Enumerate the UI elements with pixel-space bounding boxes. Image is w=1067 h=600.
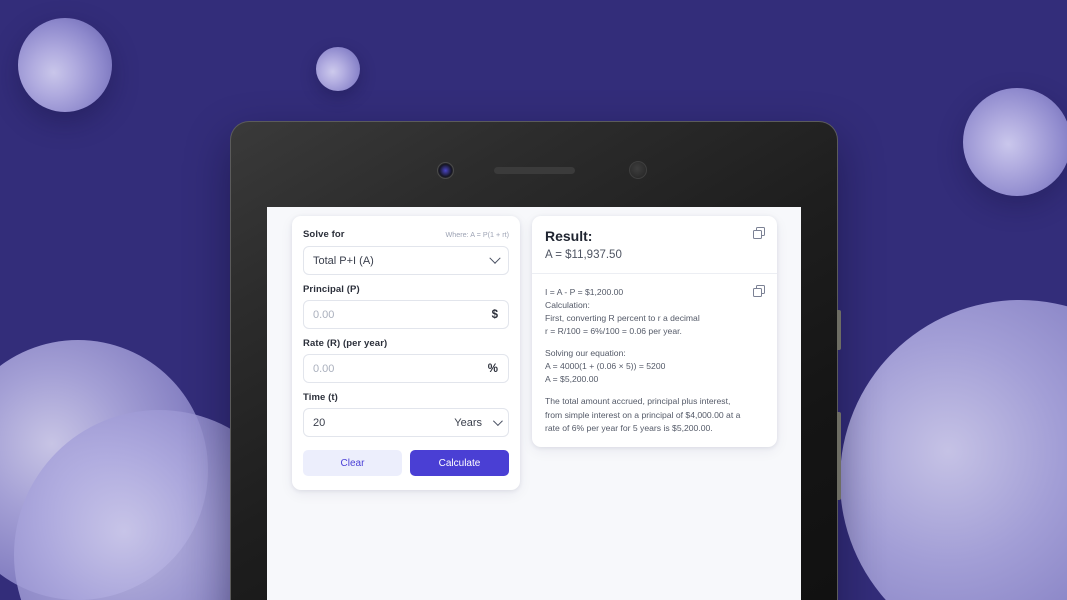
time-field-group: Time (t) 20 Years [303,392,509,437]
solve-for-header: Solve for Where: A = P(1 + rt) [303,229,509,240]
chevron-down-icon [492,416,503,427]
solve-for-select[interactable]: Total P+I (A) [303,246,509,275]
copy-icon-front-square [753,288,762,297]
formula-note: Where: A = P(1 + rt) [445,230,509,239]
copy-icon-front-square [753,230,762,239]
tablet-screen: Solve for Where: A = P(1 + rt) Total P+I… [267,207,801,600]
decorative-sphere-bottom-left-upper [0,340,208,600]
currency-symbol-icon: $ [491,308,498,321]
front-camera-icon [437,162,454,179]
result-detail-section: I = A - P = $1,200.00 Calculation: First… [532,273,777,447]
rate-value: 0.00 [313,362,335,375]
volume-up-button[interactable] [837,310,841,350]
time-label: Time (t) [303,392,338,403]
principal-field-group: Principal (P) 0.00 $ [303,284,509,329]
result-summary-section: Result: A = $11,937.50 [532,216,777,273]
copy-icon[interactable] [753,285,766,298]
time-unit-select[interactable]: Years [454,416,503,429]
decorative-sphere-bottom-right [840,300,1067,600]
decorative-sphere-small-top [316,47,360,91]
volume-down-button[interactable] [837,412,841,500]
calculation-block: I = A - P = $1,200.00 Calculation: First… [545,287,700,337]
calculator-app: Solve for Where: A = P(1 + rt) Total P+I… [267,207,801,490]
result-card: Result: A = $11,937.50 I = A - P = $1,20… [532,216,777,447]
rate-field-group: Rate (R) (per year) 0.00 % [303,338,509,383]
scene: Solve for Where: A = P(1 + rt) Total P+I… [0,0,1067,600]
principal-input[interactable]: 0.00 $ [303,300,509,329]
principal-value: 0.00 [313,308,335,321]
solve-for-label: Solve for [303,229,345,240]
action-buttons: Clear Calculate [303,450,509,476]
chevron-down-icon [489,252,501,264]
speaker-grille-icon [494,167,575,174]
proximity-sensor-icon [629,161,647,179]
result-value: A = $11,937.50 [545,249,622,261]
tablet-device: Solve for Where: A = P(1 + rt) Total P+I… [230,121,841,600]
rate-label: Rate (R) (per year) [303,338,388,349]
time-value: 20 [313,416,326,429]
clear-button[interactable]: Clear [303,450,402,476]
decorative-sphere-top-left [18,18,112,112]
decorative-sphere-top-right [963,88,1067,196]
percent-symbol-icon: % [487,362,498,375]
summary-block: The total amount accrued, principal plus… [545,396,743,433]
equation-block: Solving our equation: A = 4000(1 + (0.06… [545,348,666,385]
principal-label: Principal (P) [303,284,360,295]
time-input[interactable]: 20 Years [303,408,509,437]
rate-input[interactable]: 0.00 % [303,354,509,383]
input-form-card: Solve for Where: A = P(1 + rt) Total P+I… [292,216,520,490]
calculate-button[interactable]: Calculate [410,450,509,476]
copy-icon[interactable] [753,227,766,240]
result-title: Result: [545,228,593,244]
solve-for-value: Total P+I (A) [313,254,374,267]
time-unit-value: Years [454,416,482,429]
